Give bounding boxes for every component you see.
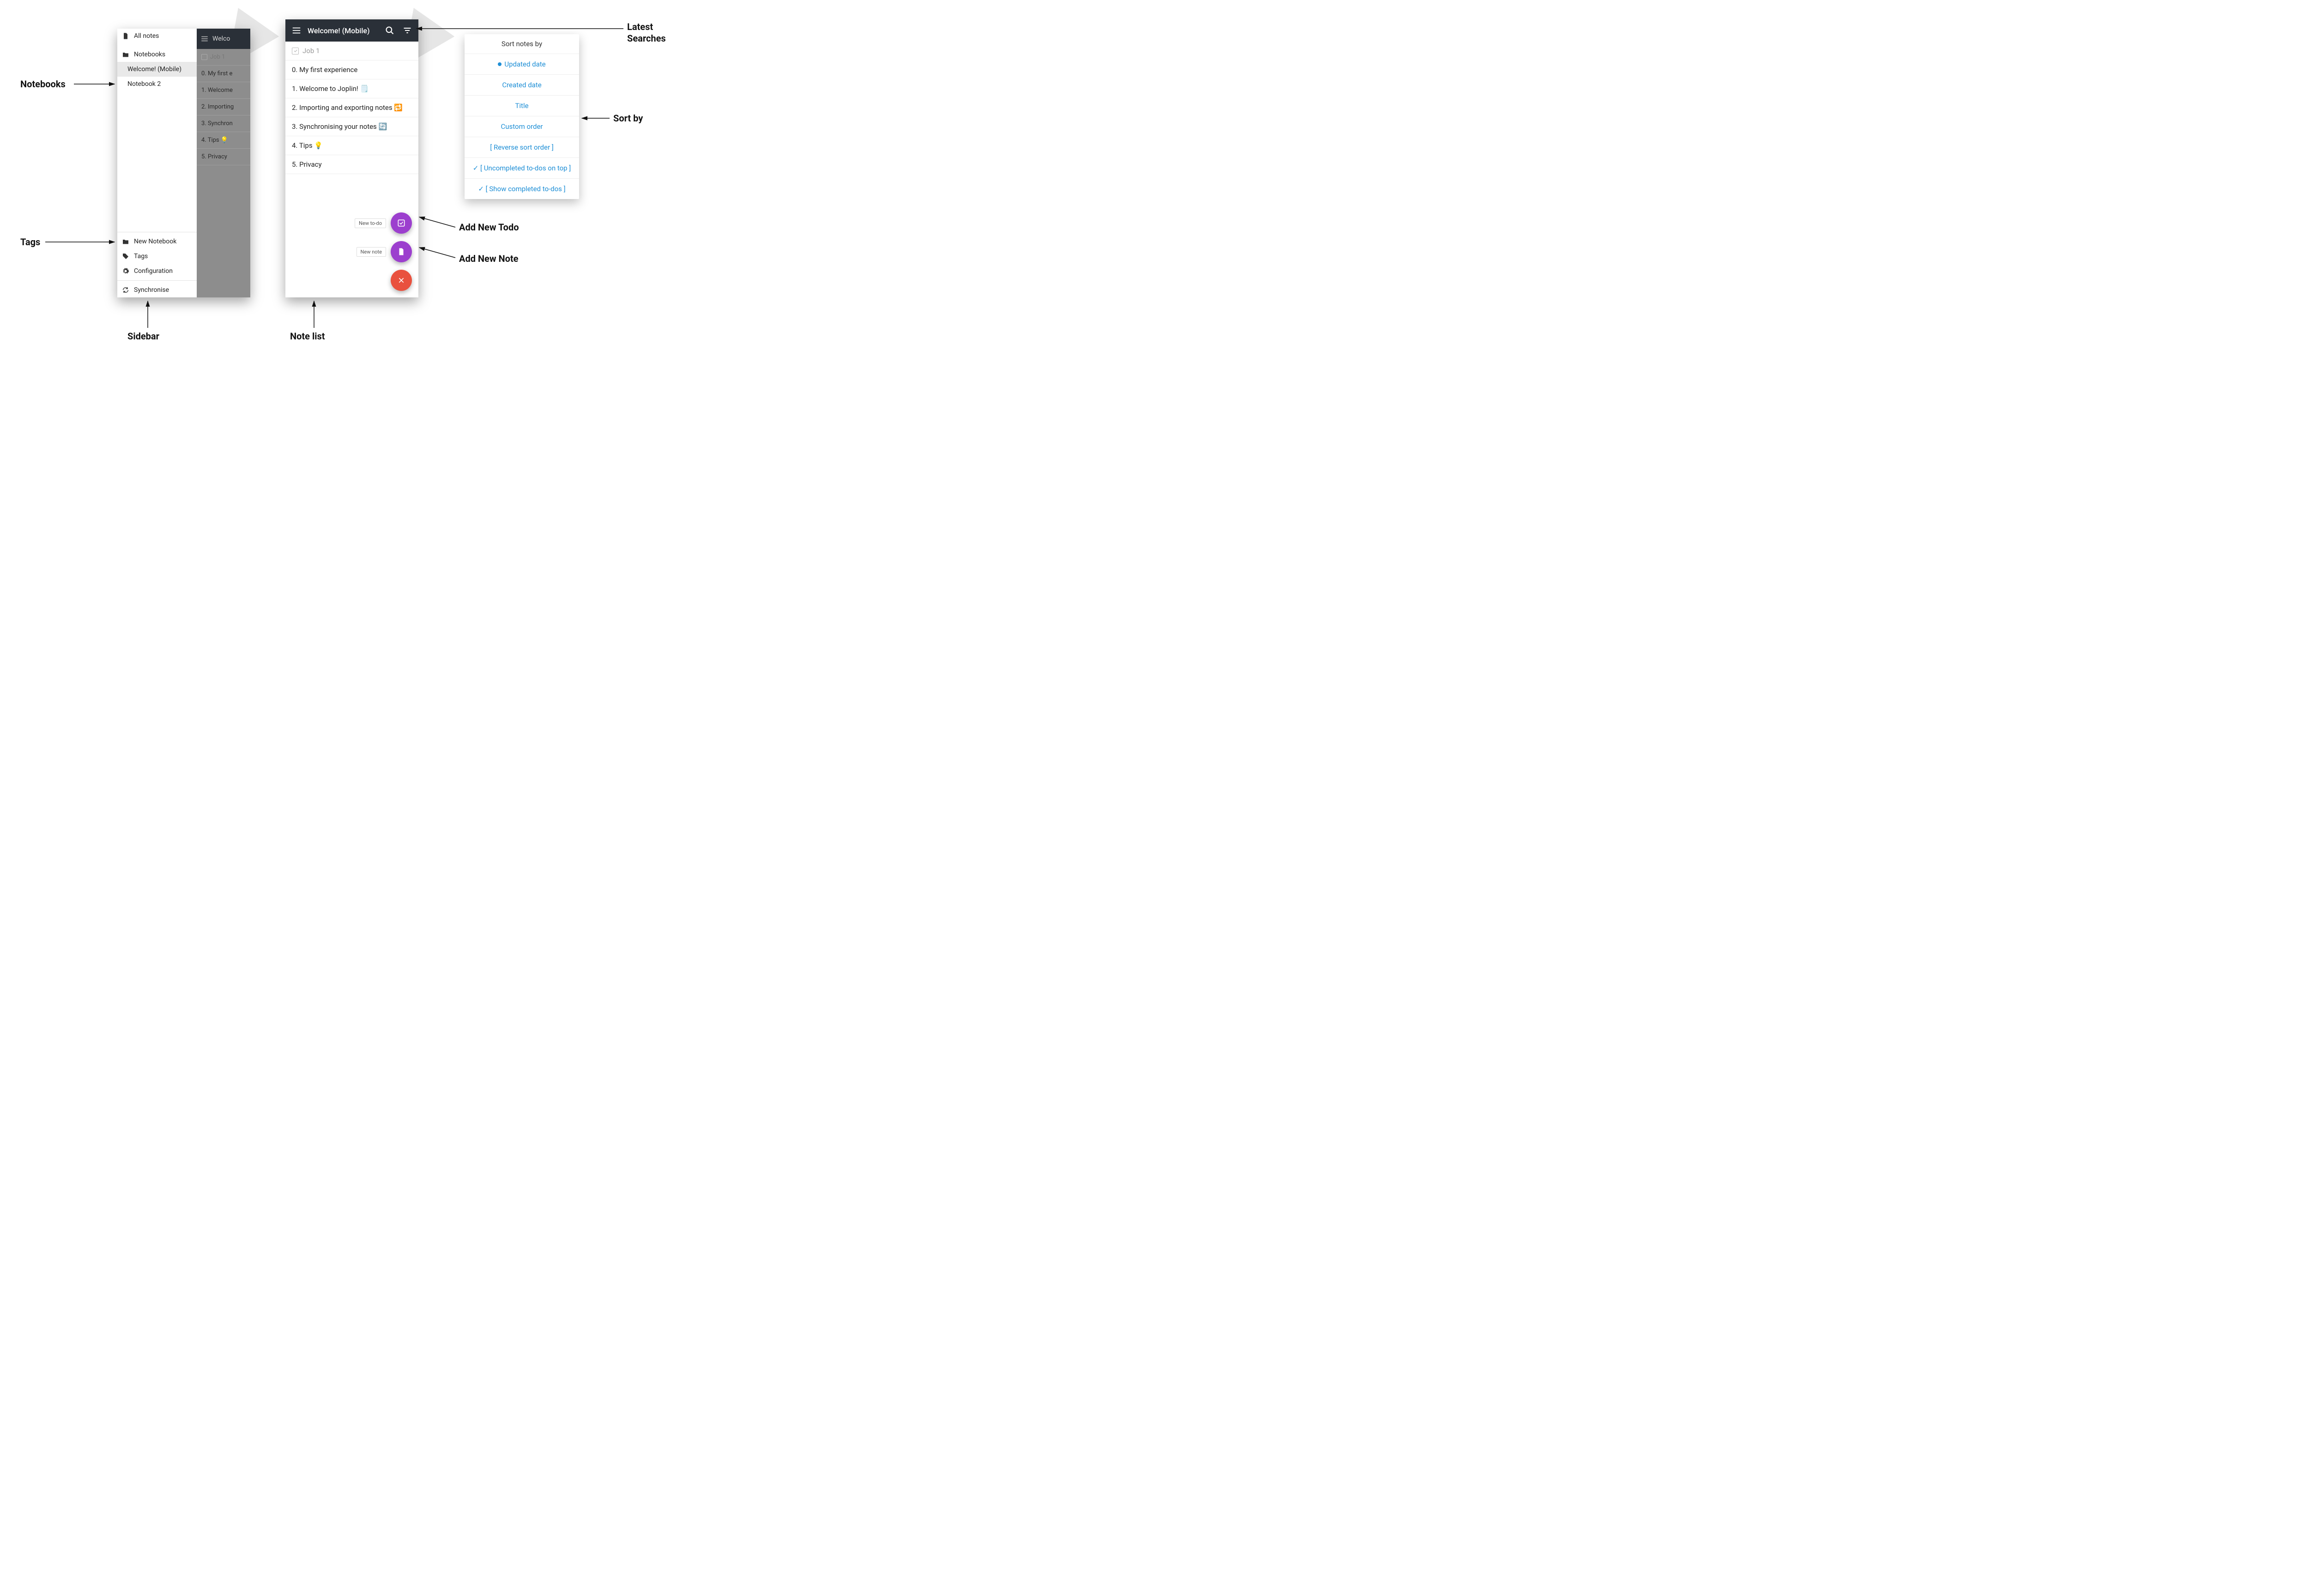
note-row-label: Job 1 — [302, 47, 320, 55]
sidebar-all-notes[interactable]: All notes — [117, 29, 197, 43]
callout-sort-by: Sort by — [613, 113, 643, 124]
behind-note-row: 4. Tips 💡 — [197, 132, 250, 149]
note-row-label: 1. Welcome to Joplin! 🗒️ — [292, 85, 369, 93]
fab-close-row — [391, 270, 412, 291]
callout-add-new-note: Add New Note — [459, 253, 518, 264]
fab-label: New note — [357, 247, 386, 257]
sort-menu: Sort notes by Updated date Created date Ti… — [465, 34, 579, 199]
behind-note-row: 0. My first e — [197, 66, 250, 82]
note-row[interactable]: Job 1 — [285, 42, 418, 60]
sidebar-notebooks-header[interactable]: Notebooks — [117, 47, 197, 62]
note-row[interactable]: 5. Privacy — [285, 155, 418, 174]
callout-add-new-todo: Add New Todo — [459, 222, 519, 233]
sort-option[interactable]: [ Reverse sort order ] — [465, 137, 579, 158]
notelist-body: Job 1 0. My first experience 1. Welcome to… — [285, 42, 418, 297]
sidebar-item-label: Synchronise — [134, 286, 169, 294]
menu-button[interactable] — [290, 24, 303, 37]
sidebar-notebook-item[interactable]: Welcome! (Mobile) — [117, 62, 197, 77]
note-row[interactable]: 0. My first experience — [285, 60, 418, 79]
sort-option-label: ✓ [ Uncompleted to-dos on top ] — [473, 164, 571, 172]
sort-option[interactable]: Updated date — [465, 54, 579, 75]
search-button[interactable] — [383, 24, 396, 37]
sidebar-phone: All notes Notebooks Welcome! (Mobile)Not… — [117, 29, 250, 297]
behind-title: Welco — [212, 35, 230, 42]
checkbox-icon — [397, 218, 406, 228]
sidebar-item-label: All notes — [134, 32, 159, 40]
sort-option-label: ✓ [ Show completed to-dos ] — [478, 185, 565, 193]
fab-new-note[interactable] — [391, 241, 412, 262]
close-icon — [398, 277, 405, 284]
note-row[interactable]: 2. Importing and exporting notes 🔁 — [285, 98, 418, 117]
notelist-phone: Welcome! (Mobile) Job 1 0. My first exper… — [285, 19, 418, 297]
sort-option[interactable]: ✓ [ Uncompleted to-dos on top ] — [465, 158, 579, 179]
filter-icon — [403, 26, 412, 35]
behind-note-row: Job 1 — [197, 49, 250, 66]
sort-option-label: Title — [515, 102, 528, 110]
fab-stack: New to-do New note — [355, 212, 412, 291]
menu-icon — [291, 25, 302, 36]
sidebar-tags[interactable]: Tags — [117, 249, 197, 264]
sort-option[interactable]: ✓ [ Show completed to-dos ] — [465, 179, 579, 199]
sort-option[interactable]: Custom order — [465, 116, 579, 137]
sidebar-synchronise[interactable]: Synchronise — [117, 283, 197, 297]
note-row[interactable]: 1. Welcome to Joplin! 🗒️ — [285, 79, 418, 98]
fab-close[interactable] — [391, 270, 412, 291]
callout-notelist: Note list — [290, 331, 325, 342]
sidebar-item-label: New Notebook — [134, 238, 176, 245]
checkbox-icon[interactable] — [292, 48, 299, 54]
callout-latest-searches: LatestSearches — [627, 21, 666, 44]
callout-sidebar: Sidebar — [127, 331, 159, 342]
tag-icon — [122, 253, 129, 260]
sidebar-notebook-item[interactable]: Notebook 2 — [117, 77, 197, 91]
folder-icon — [122, 238, 129, 245]
file-icon — [397, 248, 405, 256]
sort-option-label: Created date — [502, 81, 541, 89]
sort-title: Sort notes by — [465, 34, 579, 54]
sort-option-label: Custom order — [501, 122, 543, 131]
file-icon — [122, 32, 129, 40]
sidebar-new-notebook[interactable]: New Notebook — [117, 234, 197, 249]
behind-note-row: 2. Importing — [197, 99, 250, 115]
behind-note-row: 5. Privacy — [197, 149, 250, 165]
notelist-title: Welcome! (Mobile) — [308, 26, 379, 35]
sort-option[interactable]: Title — [465, 96, 579, 116]
note-row-label: 4. Tips 💡 — [292, 141, 323, 150]
sort-button[interactable] — [401, 24, 414, 37]
callout-notebooks: Notebooks — [20, 79, 66, 90]
fab-new-todo[interactable] — [391, 212, 412, 234]
folder-icon — [122, 51, 129, 58]
behind-note-row: 3. Synchron — [197, 115, 250, 132]
fab-new-note-row: New note — [357, 241, 412, 262]
fab-label: New to-do — [355, 218, 386, 228]
note-row-label: 2. Importing and exporting notes 🔁 — [292, 103, 403, 112]
callout-tags: Tags — [20, 236, 40, 248]
search-icon — [385, 26, 394, 35]
gear-icon — [122, 267, 129, 275]
sync-icon — [122, 286, 129, 294]
note-row-label: 0. My first experience — [292, 66, 357, 74]
sort-option-label: [ Reverse sort order ] — [490, 143, 554, 151]
selected-dot-icon — [498, 62, 502, 66]
sidebar-behind-notelist: Welco Job 10. My first e1. Welcome2. Imp… — [197, 29, 250, 297]
fab-new-todo-row: New to-do — [355, 212, 412, 234]
note-row[interactable]: 3. Synchronising your notes 🔄 — [285, 117, 418, 136]
note-row-label: 5. Privacy — [292, 160, 322, 169]
note-row-label: 3. Synchronising your notes 🔄 — [292, 122, 387, 131]
sort-option[interactable]: Created date — [465, 75, 579, 96]
sidebar-configuration[interactable]: Configuration — [117, 264, 197, 278]
note-row[interactable]: 4. Tips 💡 — [285, 136, 418, 155]
sidebar-item-label: Tags — [134, 253, 148, 260]
sort-option-label: Updated date — [504, 60, 545, 68]
notelist-header: Welcome! (Mobile) — [285, 19, 418, 42]
sidebar-item-label: Notebooks — [134, 51, 165, 58]
menu-icon — [200, 35, 209, 43]
sidebar-drawer: All notes Notebooks Welcome! (Mobile)Not… — [117, 29, 197, 297]
behind-note-row: 1. Welcome — [197, 82, 250, 99]
sidebar-item-label: Configuration — [134, 267, 173, 275]
